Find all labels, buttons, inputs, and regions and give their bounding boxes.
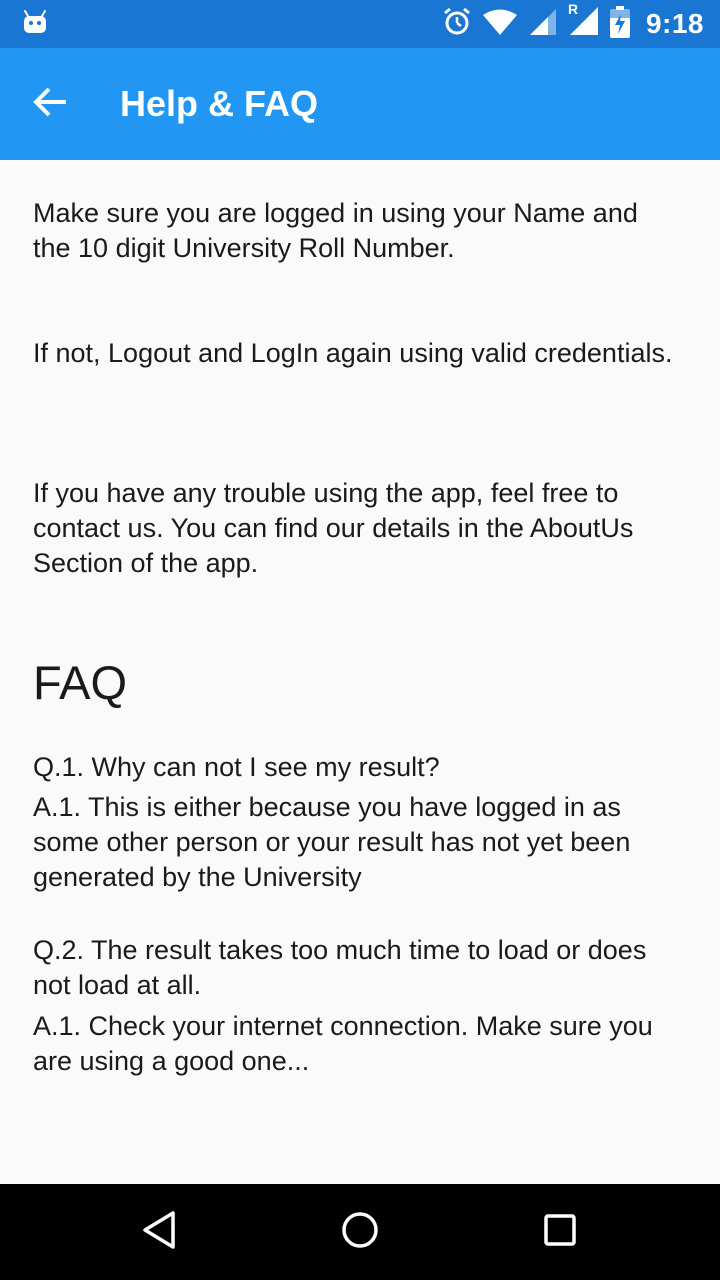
navigation-bar (0, 1184, 720, 1280)
faq-answer-2: A.1. Check your internet connection. Mak… (33, 1011, 653, 1076)
alarm-icon (442, 7, 472, 42)
app-bar: Help & FAQ (0, 48, 720, 160)
help-content[interactable]: Make sure you are logged in using your N… (0, 160, 720, 1184)
signal-icon (528, 7, 558, 42)
android-icon (22, 9, 48, 40)
back-triangle-icon (140, 1210, 180, 1255)
help-paragraph-contact: If you have any trouble using the app, f… (33, 478, 634, 578)
help-paragraph-logout: If not, Logout and LogIn again using val… (33, 338, 673, 368)
faq-heading: FAQ (33, 656, 128, 709)
nav-recents-button[interactable] (530, 1202, 590, 1262)
faq-question-1: Q.1. Why can not I see my result? (33, 752, 440, 782)
back-button[interactable] (20, 74, 80, 134)
status-time: 9:18 (645, 8, 704, 39)
status-bar: R 9:18 (0, 0, 720, 48)
recents-square-icon (540, 1210, 580, 1255)
roaming-label: R (567, 0, 579, 17)
wifi-icon (482, 8, 518, 41)
faq-question-2: Q.2. The result takes too much time to l… (33, 935, 647, 1000)
nav-home-button[interactable] (330, 1202, 390, 1262)
nav-back-button[interactable] (130, 1202, 190, 1262)
page-title: Help & FAQ (120, 83, 319, 124)
faq-answer-1: A.1. This is either because you have log… (33, 792, 631, 892)
home-circle-icon (340, 1210, 380, 1255)
roaming-signal-icon: R (568, 1, 600, 42)
status-icons: R 9:18 (442, 0, 704, 48)
help-paragraph-login: Make sure you are logged in using your N… (33, 198, 638, 263)
battery-charging-icon (609, 5, 630, 43)
arrow-back-icon (32, 84, 68, 125)
